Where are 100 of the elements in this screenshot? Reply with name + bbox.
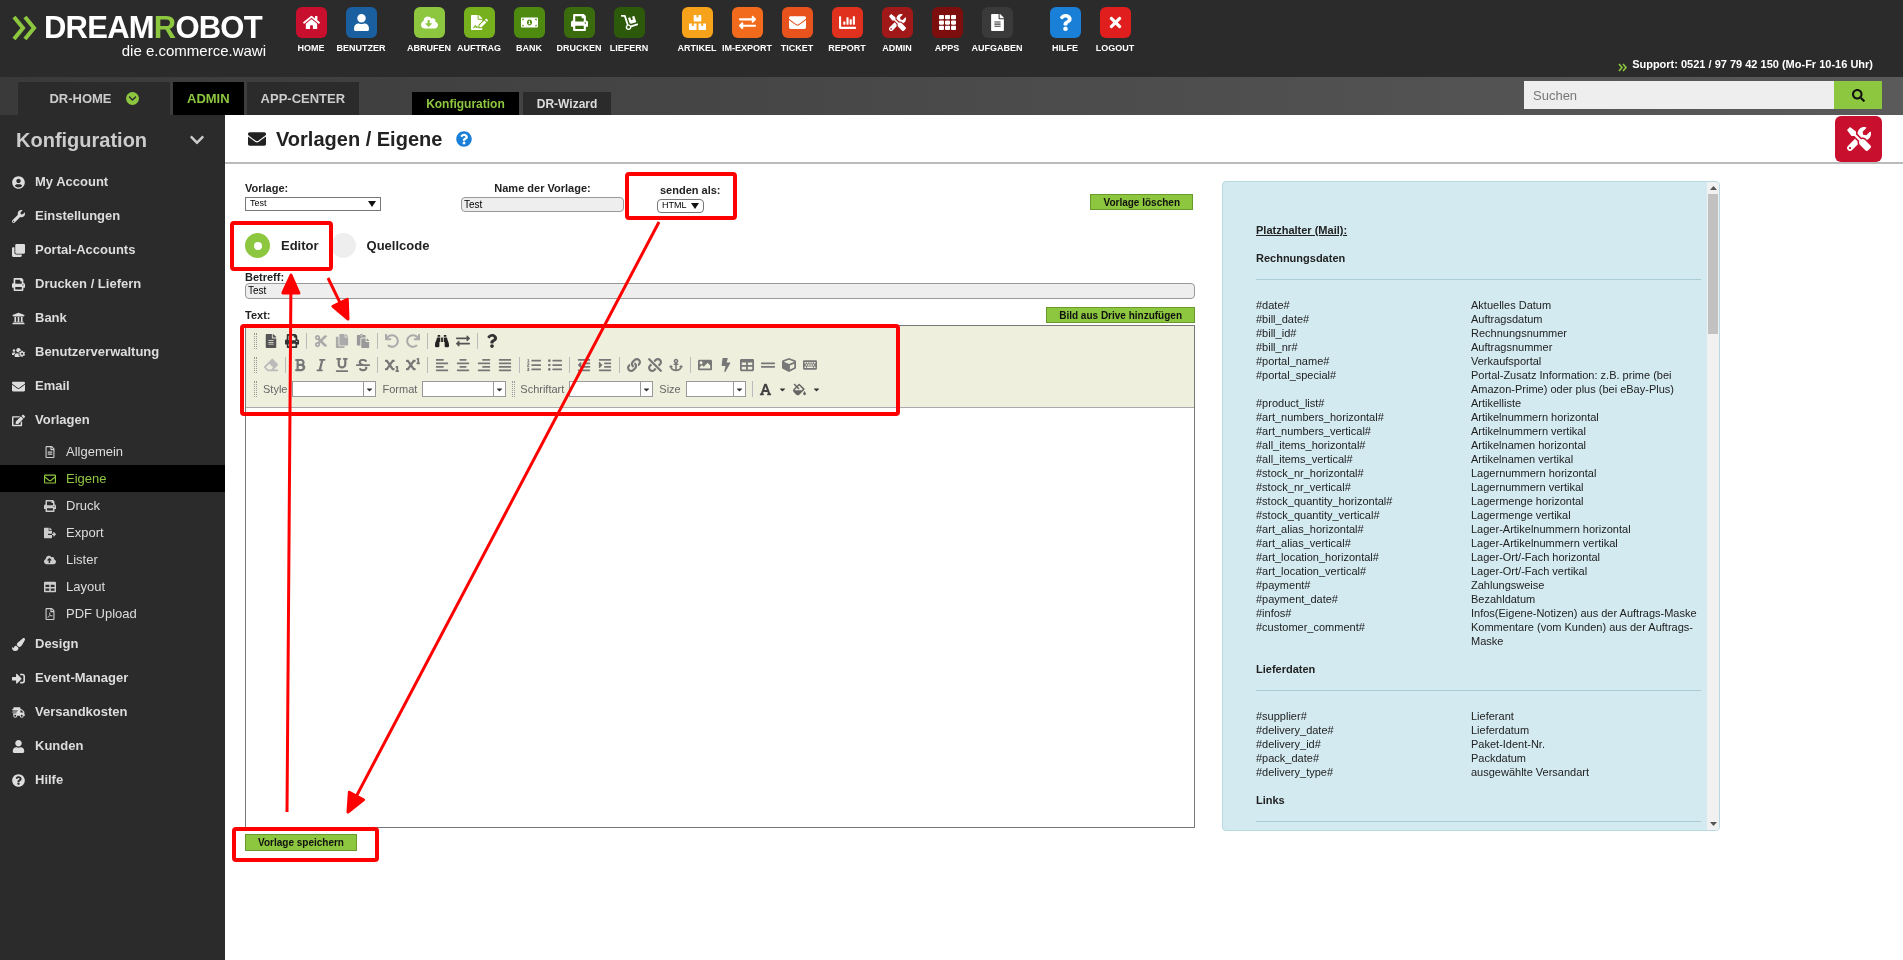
sub-tab[interactable]: Konfiguration (412, 92, 519, 115)
sidebar-item[interactable]: Kunden (0, 729, 225, 763)
app-launcher[interactable]: APPS (922, 7, 972, 77)
align-right-icon[interactable] (477, 358, 491, 372)
app-launcher[interactable]: TICKET (772, 7, 822, 77)
scrollbar[interactable] (1707, 182, 1719, 830)
indent-icon[interactable] (598, 358, 612, 372)
subscript-icon[interactable] (385, 358, 399, 372)
toolbar-select-label: Schriftart (520, 381, 565, 397)
sidebar-item[interactable]: Versandkosten (0, 695, 225, 729)
toolbar-select[interactable] (422, 381, 507, 397)
app-launcher[interactable]: BANK (504, 7, 554, 77)
cube-icon[interactable] (782, 358, 796, 372)
copy-icon[interactable] (335, 334, 349, 348)
sidebar-item[interactable]: Drucken / Liefern (0, 267, 225, 301)
sidebar-subitem[interactable]: Druck (0, 492, 225, 519)
keyboard-icon[interactable] (803, 358, 817, 372)
strikethrough-icon[interactable] (356, 358, 370, 372)
field-label: Text: (245, 307, 271, 323)
align-center-icon[interactable] (456, 358, 470, 372)
toolbar-select[interactable] (685, 381, 746, 397)
link-icon[interactable] (627, 358, 641, 372)
undo-icon[interactable] (385, 334, 399, 348)
app-launcher[interactable]: AUFTRAG (454, 7, 504, 77)
app-launcher[interactable]: AUFGABEN (972, 7, 1022, 77)
search-button[interactable] (1834, 81, 1882, 109)
app-launcher[interactable]: HILFE (1040, 7, 1090, 77)
template-name-field[interactable]: Test (461, 196, 624, 212)
app-launcher[interactable]: IM-EXPORT (722, 7, 772, 77)
main-tab[interactable]: DR-HOME (18, 82, 170, 115)
sidebar-item[interactable]: Portal-Accounts (0, 233, 225, 267)
main-tab[interactable]: ADMIN (173, 82, 244, 115)
sidebar-item[interactable]: Design (0, 627, 225, 661)
app-launcher[interactable]: LOGOUT (1090, 7, 1140, 77)
paste-icon[interactable] (356, 334, 370, 348)
numbered-list-icon[interactable] (527, 358, 541, 372)
sidebar-item[interactable]: Benutzerverwaltung (0, 335, 225, 369)
sidebar-item[interactable]: Einstellungen (0, 199, 225, 233)
placeholder-description: Lagermenge horizontal (1471, 494, 1585, 508)
sidebar-item[interactable]: Vorlagen (0, 403, 225, 437)
superscript-icon[interactable] (406, 358, 420, 372)
drive-image-button[interactable]: Bild aus Drive hinzufügen (1046, 307, 1195, 323)
toolbar-select[interactable] (292, 381, 377, 397)
placeholder-key: #bill_date# (1256, 312, 1471, 326)
flash-icon[interactable] (719, 358, 733, 372)
sidebar-item[interactable]: Event-Manager (0, 661, 225, 695)
delete-template-button[interactable]: Vorlage löschen (1090, 194, 1193, 210)
sidebar-subitem[interactable]: Allgemein (0, 438, 225, 465)
sidebar-item[interactable]: My Account (0, 165, 225, 199)
search-field[interactable]: Suchen (1524, 81, 1834, 109)
app-launcher[interactable]: BENUTZER (336, 7, 386, 77)
scroll-up-arrow-icon[interactable] (1709, 186, 1717, 190)
anchor-icon[interactable] (669, 358, 683, 372)
app-launcher[interactable]: DRUCKEN (554, 7, 604, 77)
table-icon[interactable] (740, 358, 754, 372)
help-icon[interactable] (485, 334, 499, 348)
sidebar-item[interactable]: Hilfe (0, 763, 225, 797)
save-template-button[interactable]: Vorlage speichern (245, 834, 357, 851)
send-as-select[interactable]: HTML (657, 198, 704, 213)
sidebar-subitem[interactable]: Eigene (0, 465, 225, 492)
app-launcher[interactable]: ADMIN (872, 7, 922, 77)
app-launcher[interactable]: REPORT (822, 7, 872, 77)
sub-tab[interactable]: DR-Wizard (522, 92, 612, 115)
main-tab[interactable]: APP-CENTER (246, 82, 360, 115)
app-launcher[interactable]: ARTIKEL (672, 7, 722, 77)
sidebar-item[interactable]: Bank (0, 301, 225, 335)
table-icon (44, 580, 56, 593)
radio-button[interactable] (245, 233, 270, 258)
align-justify-icon[interactable] (498, 358, 512, 372)
sidebar-item[interactable]: Email (0, 369, 225, 403)
unlink-icon[interactable] (648, 358, 662, 372)
template-select[interactable]: Test (245, 196, 381, 211)
preview-icon[interactable] (264, 334, 278, 348)
rich-text-editor[interactable]: Style Format Schriftart Size (245, 325, 1195, 828)
placeholder-key: #stock_quantity_vertical# (1256, 508, 1471, 522)
toolbar-select[interactable] (569, 381, 654, 397)
scrollbar-thumb[interactable] (1708, 194, 1718, 334)
bullet-list-icon[interactable] (548, 358, 562, 372)
align-left-icon[interactable] (435, 358, 449, 372)
sidebar-subitem[interactable]: Export (0, 519, 225, 546)
text-color-icon[interactable] (758, 382, 772, 396)
scroll-down-arrow-icon[interactable] (1709, 822, 1717, 826)
app-launcher[interactable]: LIEFERN (604, 7, 654, 77)
image-icon[interactable] (698, 358, 712, 372)
scissors-icon[interactable] (314, 334, 328, 348)
binoculars-icon[interactable] (435, 334, 449, 348)
italic-icon[interactable] (314, 358, 328, 372)
sidebar-subitem[interactable]: Layout (0, 573, 225, 600)
fill-color-icon[interactable] (792, 382, 806, 396)
app-launcher[interactable]: ABRUFEN (404, 7, 454, 77)
app-launcher[interactable]: HOME (286, 7, 336, 77)
subject-field[interactable]: Test (245, 282, 1195, 299)
sidebar-subitem[interactable]: PDF Upload (0, 600, 225, 627)
sidebar-subitem[interactable]: Lister (0, 546, 225, 573)
underline-icon[interactable] (335, 358, 349, 372)
section-heading: Links (1256, 793, 1286, 807)
radio-label: Quellcode (366, 236, 430, 255)
replace-icon[interactable] (456, 334, 470, 348)
bold-icon[interactable] (293, 358, 307, 372)
redo-icon[interactable] (406, 334, 420, 348)
